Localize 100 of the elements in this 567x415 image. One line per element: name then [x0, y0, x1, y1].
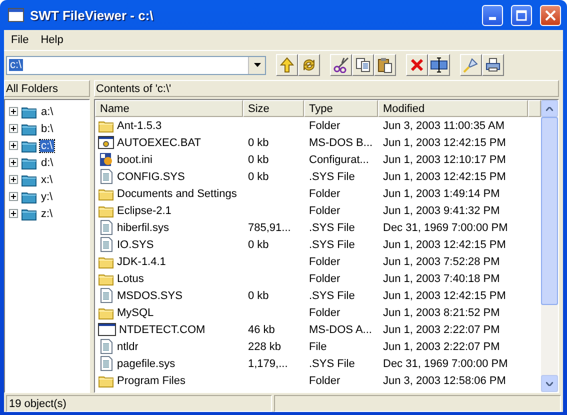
- document-icon: [98, 237, 114, 252]
- refresh-button[interactable]: [298, 54, 320, 76]
- document-icon: [98, 356, 114, 371]
- folder-icon: [21, 104, 37, 118]
- print-button[interactable]: [482, 54, 504, 76]
- folder-icon: [21, 172, 37, 186]
- modified-cell-text: Jun 1, 2003 2:22:07 PM: [382, 324, 501, 336]
- file-name[interactable]: Ant-1.5.3: [116, 120, 162, 132]
- menu-item[interactable]: Help: [36, 34, 68, 46]
- scroll-thumb[interactable]: [541, 117, 558, 305]
- modified-cell-text: Jun 1, 2003 2:22:07 PM: [382, 340, 501, 352]
- file-name[interactable]: Lotus: [116, 272, 144, 284]
- scroll-down-icon[interactable]: [541, 375, 558, 392]
- column-header[interactable]: Modified: [378, 100, 528, 117]
- size-cell-text: 785,91...: [247, 222, 292, 234]
- up-button[interactable]: [276, 54, 298, 76]
- file-name[interactable]: ntldr: [116, 340, 138, 352]
- type-cell-text: Folder: [308, 272, 342, 284]
- folder-icon: [21, 122, 37, 136]
- size-cell-text: 1,179,...: [247, 358, 289, 370]
- expand-icon[interactable]: [9, 209, 18, 218]
- folder-icon: [98, 374, 114, 388]
- file-name[interactable]: hiberfil.sys: [116, 222, 169, 234]
- file-name[interactable]: AUTOEXEC.BAT: [116, 136, 201, 148]
- path-combo-box[interactable]: c:\: [6, 56, 266, 74]
- expand-icon[interactable]: [9, 175, 18, 184]
- size-cell-text: 0 kb: [247, 238, 270, 250]
- file-name[interactable]: Documents and Settings: [116, 188, 237, 200]
- flashlight-icon: [463, 57, 479, 73]
- tree-item[interactable]: y:\: [40, 190, 54, 202]
- tree-item[interactable]: b:\: [40, 122, 54, 134]
- scroll-up-icon[interactable]: [541, 100, 558, 117]
- file-name[interactable]: CONFIG.SYS: [116, 170, 185, 182]
- folder-icon: [21, 156, 37, 170]
- clipboard-icon: [377, 57, 393, 73]
- minimize-button[interactable]: [482, 4, 503, 26]
- maximize-button[interactable]: [511, 4, 532, 26]
- modified-cell-text: Jun 1, 2003 7:40:18 PM: [382, 272, 501, 284]
- delete-button[interactable]: [406, 54, 428, 76]
- document-icon: [98, 220, 114, 235]
- column-header[interactable]: Name: [95, 100, 243, 117]
- size-cell-text: 46 kb: [247, 324, 276, 336]
- paste-button[interactable]: [374, 54, 396, 76]
- app-icon: [8, 8, 24, 22]
- tree-item[interactable]: x:\: [40, 174, 54, 186]
- expand-icon[interactable]: [9, 124, 18, 133]
- tree-item[interactable]: z:\: [40, 208, 54, 220]
- document-icon: [98, 169, 114, 184]
- vertical-scrollbar[interactable]: [541, 100, 558, 392]
- file-name[interactable]: Program Files: [116, 374, 186, 386]
- type-cell-text: Folder: [308, 256, 342, 268]
- column-header[interactable]: Type: [304, 100, 378, 117]
- tree-item[interactable]: a:\: [40, 106, 54, 118]
- expand-icon[interactable]: [9, 107, 18, 116]
- file-name[interactable]: MSDOS.SYS: [116, 290, 182, 302]
- document-icon: [98, 288, 114, 303]
- file-name[interactable]: pagefile.sys: [116, 358, 176, 370]
- folder-icon: [98, 306, 114, 320]
- modified-cell-text: Jun 1, 2003 12:42:15 PM: [382, 290, 507, 302]
- type-cell-text: File: [308, 340, 328, 352]
- expand-icon[interactable]: [9, 192, 18, 201]
- pane-title: Contents of 'c:\': [94, 80, 559, 97]
- tree-item[interactable]: d:\: [40, 156, 54, 168]
- file-name[interactable]: JDK-1.4.1: [116, 256, 166, 268]
- menu-item[interactable]: File: [6, 34, 34, 46]
- file-name[interactable]: MySQL: [116, 306, 154, 318]
- maximize-icon: [516, 10, 527, 20]
- rename-button[interactable]: [428, 54, 450, 76]
- file-name[interactable]: IO.SYS: [116, 238, 154, 250]
- column-header[interactable]: Size: [243, 100, 304, 117]
- file-name[interactable]: boot.ini: [116, 154, 152, 166]
- tree-item[interactable]: c:\: [40, 140, 54, 152]
- cut-button[interactable]: [330, 54, 352, 76]
- file-name[interactable]: Eclipse-2.1: [116, 204, 172, 216]
- close-button[interactable]: [540, 4, 561, 26]
- modified-cell-text: Jun 1, 2003 12:42:15 PM: [382, 238, 507, 250]
- modified-cell-text: Dec 31, 1969 7:00:00 PM: [382, 222, 509, 234]
- refresh-icon: [301, 57, 317, 73]
- type-cell-text: Folder: [308, 188, 342, 200]
- modified-cell-text: Jun 1, 2003 9:41:32 PM: [382, 204, 501, 216]
- copy-button[interactable]: [352, 54, 374, 76]
- window-file-icon: [98, 322, 116, 337]
- expand-icon[interactable]: [9, 141, 18, 150]
- expand-icon[interactable]: [9, 158, 18, 167]
- window-title: SWT FileViewer - c:\: [30, 8, 154, 22]
- folder-icon: [98, 118, 114, 132]
- file-name[interactable]: NTDETECT.COM: [118, 324, 206, 336]
- type-cell-text: .SYS File: [308, 170, 356, 182]
- up-arrow-icon: [280, 57, 294, 73]
- folder-icon: [21, 206, 37, 220]
- folder-icon: [21, 190, 37, 204]
- type-cell-text: MS-DOS B...: [308, 136, 374, 148]
- size-cell-text: 0 kb: [247, 290, 270, 302]
- run-button[interactable]: [460, 54, 482, 76]
- delete-icon: [410, 58, 424, 72]
- printer-icon: [485, 57, 501, 73]
- type-cell-text: Folder: [308, 204, 342, 216]
- modified-cell-text: Dec 31, 1969 7:00:00 PM: [382, 358, 509, 370]
- window-file-icon: [98, 135, 114, 150]
- type-cell-text: .SYS File: [308, 222, 356, 234]
